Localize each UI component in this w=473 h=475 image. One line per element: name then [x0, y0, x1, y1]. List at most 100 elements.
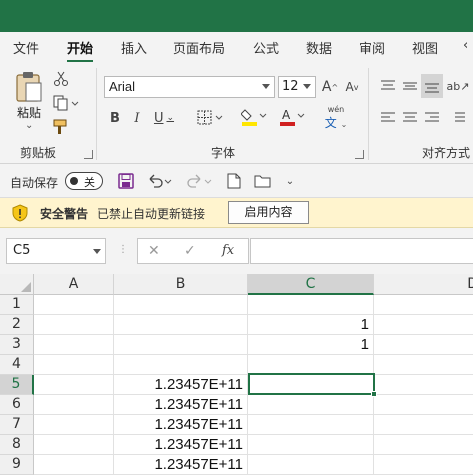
- cell-a8[interactable]: [34, 435, 114, 455]
- cell-b4[interactable]: [114, 355, 248, 375]
- cell-b1[interactable]: [114, 295, 248, 315]
- tab-review[interactable]: 审阅: [359, 38, 385, 57]
- paste-dropdown-chevron-icon[interactable]: ⌄: [25, 120, 33, 131]
- cell-c8[interactable]: [248, 435, 374, 455]
- select-all-button[interactable]: [0, 274, 34, 295]
- cell-a2[interactable]: [34, 315, 114, 335]
- cell-d6[interactable]: [374, 395, 473, 415]
- font-family-select[interactable]: Arial: [104, 76, 275, 98]
- tab-more[interactable]: ‹: [463, 38, 468, 53]
- name-box[interactable]: C5: [6, 238, 106, 264]
- enter-icon[interactable]: ✓: [184, 243, 196, 259]
- italic-button[interactable]: I: [128, 108, 146, 128]
- underline-button[interactable]: U ⌄: [150, 108, 178, 128]
- cell-b9[interactable]: 1.23457E+11: [114, 455, 248, 475]
- cell-b8[interactable]: 1.23457E+11: [114, 435, 248, 455]
- cell-a9[interactable]: [34, 455, 114, 475]
- tab-page-layout[interactable]: 页面布局: [173, 38, 225, 57]
- open-folder-icon[interactable]: [252, 171, 274, 191]
- cell-d1[interactable]: [374, 295, 473, 315]
- fill-handle[interactable]: [371, 391, 377, 397]
- cell-d2[interactable]: [374, 315, 473, 335]
- autosave-toggle[interactable]: 关: [65, 172, 103, 190]
- formula-input[interactable]: [250, 238, 473, 264]
- cell-c4[interactable]: [248, 355, 374, 375]
- undo-icon[interactable]: [145, 171, 175, 191]
- cell-d7[interactable]: [374, 415, 473, 435]
- cell-b3[interactable]: [114, 335, 248, 355]
- row-header-4[interactable]: 4: [0, 355, 34, 375]
- copy-icon[interactable]: [52, 94, 80, 112]
- cell-c7[interactable]: [248, 415, 374, 435]
- clipboard-launcher-icon[interactable]: [84, 150, 93, 159]
- row-header-8[interactable]: 8: [0, 435, 34, 455]
- cell-a6[interactable]: [34, 395, 114, 415]
- tab-insert[interactable]: 插入: [121, 38, 147, 57]
- font-size-select[interactable]: 12: [278, 76, 316, 98]
- insert-function-icon[interactable]: fx: [222, 243, 234, 258]
- cell-b5[interactable]: 1.23457E+11: [114, 375, 248, 395]
- row-header-3[interactable]: 3: [0, 335, 34, 355]
- orientation-icon[interactable]: ab↗: [447, 76, 470, 96]
- cell-a5[interactable]: [34, 375, 114, 395]
- cut-icon[interactable]: [52, 70, 70, 88]
- cell-d5[interactable]: [374, 375, 473, 395]
- align-right-icon[interactable]: [421, 108, 443, 128]
- cell-c2[interactable]: 1: [248, 315, 374, 335]
- cell-a3[interactable]: [34, 335, 114, 355]
- borders-icon[interactable]: [196, 108, 226, 128]
- active-cell-selection[interactable]: [248, 373, 377, 397]
- cell-d9[interactable]: [374, 455, 473, 475]
- tab-formulas[interactable]: 公式: [253, 38, 279, 57]
- cell-a4[interactable]: [34, 355, 114, 375]
- column-header-d[interactable]: D: [374, 274, 473, 295]
- align-bottom-icon[interactable]: [421, 74, 443, 98]
- cell-b6[interactable]: 1.23457E+11: [114, 395, 248, 415]
- decrease-font-size-icon[interactable]: Av: [343, 76, 361, 98]
- column-header-b[interactable]: B: [114, 274, 248, 295]
- cell-c9[interactable]: [248, 455, 374, 475]
- bold-button[interactable]: B: [106, 108, 124, 128]
- row-header-7[interactable]: 7: [0, 415, 34, 435]
- align-left-icon[interactable]: [378, 108, 398, 128]
- tab-view[interactable]: 视图: [412, 38, 438, 57]
- enable-content-button[interactable]: 启用内容: [228, 201, 309, 224]
- row-header-9[interactable]: 9: [0, 455, 34, 475]
- increase-font-size-icon[interactable]: A ^: [321, 76, 339, 98]
- cell-c3[interactable]: 1: [248, 335, 374, 355]
- resize-handle-icon[interactable]: ⋮: [118, 244, 128, 255]
- row-header-2[interactable]: 2: [0, 315, 34, 335]
- row-header-6[interactable]: 6: [0, 395, 34, 415]
- cell-c1[interactable]: [248, 295, 374, 315]
- tab-file[interactable]: 文件: [13, 38, 39, 57]
- cell-b2[interactable]: [114, 315, 248, 335]
- align-center-icon[interactable]: [400, 108, 420, 128]
- font-launcher-icon[interactable]: [355, 150, 364, 159]
- tab-data[interactable]: 数据: [306, 38, 332, 57]
- cell-a1[interactable]: [34, 295, 114, 315]
- phonetic-guide-icon[interactable]: wén 文 ⌄: [322, 105, 350, 130]
- column-header-a[interactable]: A: [34, 274, 114, 295]
- indent-icon[interactable]: [447, 108, 469, 128]
- tab-home[interactable]: 开始: [67, 38, 94, 63]
- font-color-icon[interactable]: A: [278, 106, 308, 128]
- paste-icon[interactable]: [12, 70, 46, 104]
- cancel-icon[interactable]: ✕: [148, 243, 160, 259]
- cell-b7[interactable]: 1.23457E+11: [114, 415, 248, 435]
- cell-c6[interactable]: [248, 395, 374, 415]
- align-top-icon[interactable]: [378, 76, 398, 96]
- align-middle-icon[interactable]: [400, 76, 420, 96]
- fill-color-icon[interactable]: [240, 106, 270, 128]
- new-file-icon[interactable]: [224, 171, 244, 191]
- save-icon[interactable]: [116, 171, 136, 191]
- row-header-1[interactable]: 1: [0, 295, 34, 315]
- customize-toolbar-icon[interactable]: ⌄: [282, 171, 298, 191]
- cell-d3[interactable]: [374, 335, 473, 355]
- column-header-c[interactable]: C: [248, 274, 374, 295]
- paste-label[interactable]: 粘贴: [17, 104, 41, 121]
- row-header-5[interactable]: 5: [0, 375, 34, 395]
- cell-a7[interactable]: [34, 415, 114, 435]
- format-painter-icon[interactable]: [52, 118, 70, 136]
- redo-icon[interactable]: [185, 171, 215, 191]
- cell-d4[interactable]: [374, 355, 473, 375]
